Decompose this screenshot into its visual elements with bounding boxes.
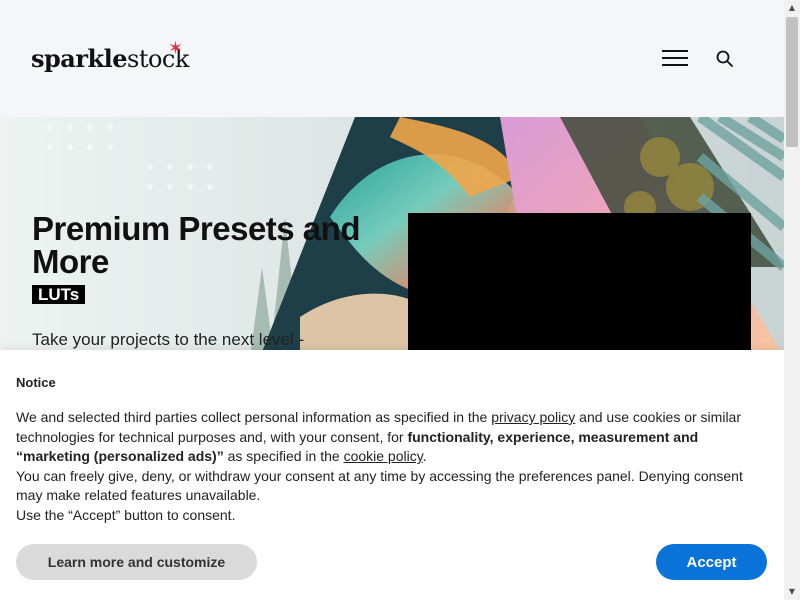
notice-text-part: We and selected third parties collect pe… <box>16 409 492 425</box>
logo-star-icon: ✶ <box>168 38 183 59</box>
hamburger-menu-icon[interactable] <box>662 50 688 68</box>
scroll-down-arrow-icon[interactable]: ▼ <box>784 584 800 600</box>
privacy-policy-link[interactable]: privacy policy <box>491 409 575 425</box>
luts-badge: LUTs <box>32 285 86 304</box>
site-header: sparklestock ✶ <box>0 0 784 117</box>
notice-text-withdraw: You can freely give, deny, or withdraw y… <box>16 467 743 504</box>
scrollbar-thumb[interactable] <box>786 17 798 147</box>
accept-button[interactable]: Accept <box>656 544 767 580</box>
search-icon[interactable] <box>716 50 734 68</box>
logo-bold-text: sparkle <box>31 44 128 73</box>
vertical-scrollbar[interactable]: ▲ ▼ <box>784 0 800 600</box>
sparklestock-logo[interactable]: sparklestock ✶ <box>31 38 189 73</box>
learn-more-customize-button[interactable]: Learn more and customize <box>16 544 257 580</box>
cookie-consent-banner: Notice We and selected third parties col… <box>0 350 784 600</box>
notice-title: Notice <box>16 375 56 390</box>
hero-section: Premium Presets and More LUTs Take your … <box>0 117 784 357</box>
cookie-policy-link[interactable]: cookie policy <box>344 448 423 464</box>
hero-video-player[interactable] <box>408 213 751 357</box>
scroll-up-arrow-icon[interactable]: ▲ <box>784 0 800 16</box>
notice-text-part: as specified in the <box>223 448 344 465</box>
hero-title: Premium Presets and More <box>32 210 360 280</box>
hero-subtitle: Take your projects to the next level - <box>32 330 305 349</box>
notice-text-accept-hint: Use the “Accept” button to consent. <box>16 506 236 523</box>
notice-text-part: . <box>422 448 427 465</box>
notice-text: We and selected third parties collect pe… <box>16 408 768 526</box>
